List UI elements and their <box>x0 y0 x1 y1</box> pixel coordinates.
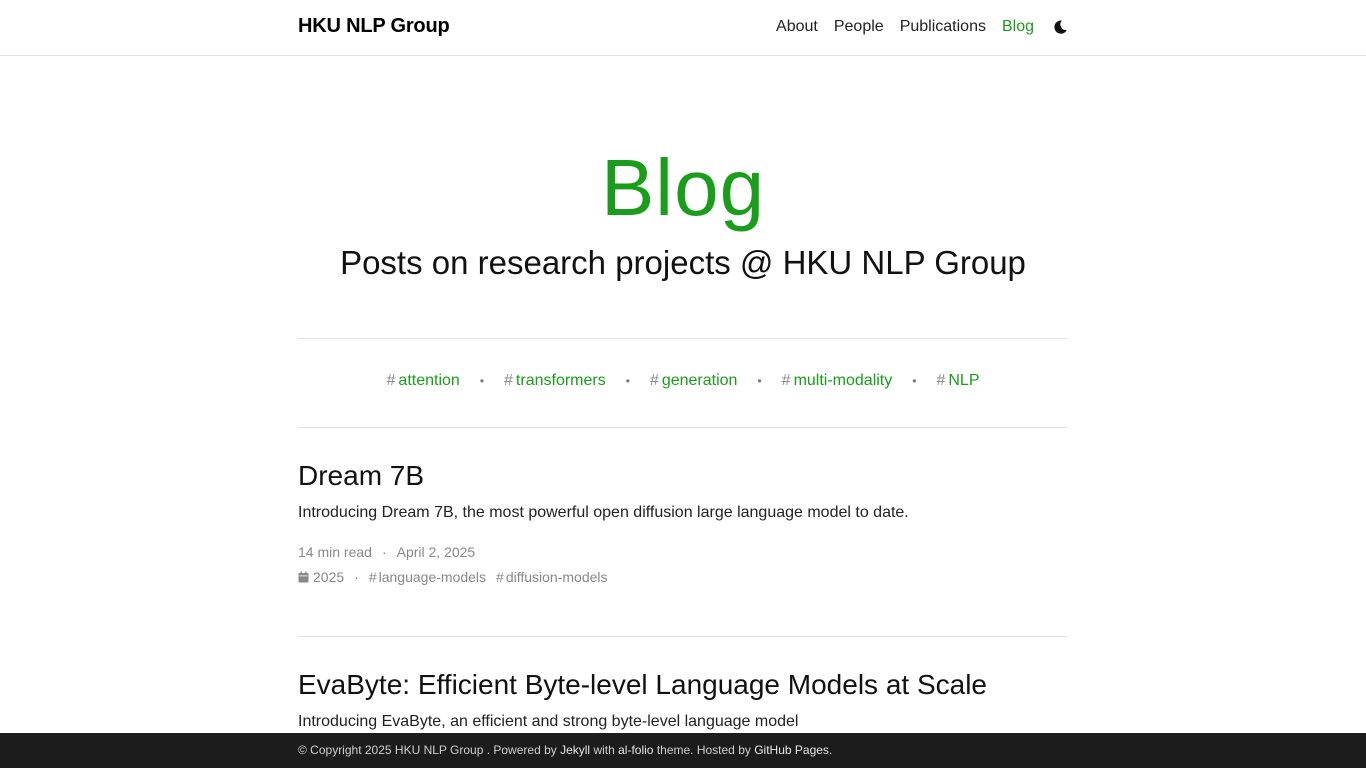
footer-text: © Copyright 2025 HKU NLP Group . Powered… <box>298 743 832 757</box>
hashtag-icon: # <box>649 372 659 389</box>
post-tags: 2025 · # language-models # diffusion-model… <box>298 568 1068 586</box>
divider <box>298 636 1068 637</box>
tag-label: attention <box>398 372 460 389</box>
footer-text-with: with <box>590 743 619 757</box>
brand-link[interactable]: HKU NLP Group <box>298 15 450 38</box>
post-description: Introducing Dream 7B, the most powerful … <box>298 504 909 521</box>
post-item: EvaByte: Efficient Byte-level Language M… <box>298 668 1068 732</box>
jekyll-link[interactable]: Jekyll <box>560 743 590 757</box>
nav-links: About People Publications Blog <box>760 17 1068 37</box>
tag-separator: • <box>625 374 630 388</box>
divider <box>298 427 1068 428</box>
tag-label: NLP <box>948 372 980 389</box>
nav-link-about[interactable]: About <box>776 17 818 37</box>
footer-copyright: © Copyright 2025 HKU NLP Group . Powered… <box>298 743 561 757</box>
hashtag-icon: # <box>496 569 504 585</box>
post-date: April 2, 2025 <box>396 544 476 560</box>
year-link[interactable]: 2025 <box>298 568 344 586</box>
hashtag-icon: # <box>504 372 513 389</box>
hashtag-icon: # <box>368 569 377 585</box>
post-meta: 14 min read · April 2, 2025 <box>298 543 1068 561</box>
tag-separator: • <box>912 374 917 388</box>
nav-link-blog[interactable]: Blog <box>1002 17 1034 37</box>
tag-label: multi-modality <box>793 372 893 389</box>
github-pages-link[interactable]: GitHub Pages <box>754 743 829 757</box>
tag-transformers[interactable]: # transformers <box>504 372 606 390</box>
tag-list: # attention • # transformers • # generation… <box>298 372 1068 390</box>
tag-multi-modality[interactable]: # multi-modality <box>782 372 893 390</box>
meta-separator: · <box>381 544 387 560</box>
al-folio-link[interactable]: al-folio <box>618 743 653 757</box>
nav-link-people[interactable]: People <box>834 17 884 37</box>
tag-label: language-models <box>378 569 487 585</box>
post-item: Dream 7B Introducing Dream 7B, the most … <box>298 459 1068 586</box>
divider <box>298 338 1068 339</box>
post-title-link[interactable]: Dream 7B <box>298 459 424 493</box>
meta-separator: · <box>354 569 359 585</box>
tag-separator: • <box>479 374 485 388</box>
post-tag-language-models[interactable]: # language-models <box>369 568 486 586</box>
page-title: Blog <box>600 143 766 232</box>
nav-link-publications[interactable]: Publications <box>900 17 986 37</box>
post-title-link[interactable]: EvaByte: Efficient Byte-level Language M… <box>298 668 987 702</box>
page-subtitle: Posts on research projects @ HKU NLP Gro… <box>340 244 1026 281</box>
tag-label: transformers <box>515 372 606 389</box>
tag-nlp[interactable]: # NLP <box>936 372 979 390</box>
footer: © Copyright 2025 HKU NLP Group . Powered… <box>0 733 1366 768</box>
footer-text-end: . <box>828 743 833 757</box>
tag-attention[interactable]: # attention <box>387 372 460 390</box>
hashtag-icon: # <box>781 372 791 389</box>
tag-label: generation <box>661 372 738 389</box>
navbar: HKU NLP Group About People Publications … <box>0 0 1366 56</box>
hashtag-icon: # <box>386 372 396 389</box>
tag-label: diffusion-models <box>505 569 608 585</box>
post-description: Introducing EvaByte, an efficient and st… <box>298 713 799 730</box>
hashtag-icon: # <box>936 372 946 389</box>
tag-separator: • <box>757 374 762 388</box>
footer-text-hosted: theme. Hosted by <box>653 743 755 757</box>
year-label: 2025 <box>313 569 345 585</box>
tag-generation[interactable]: # generation <box>650 372 738 390</box>
calendar-icon <box>298 571 309 583</box>
post-tag-diffusion-models[interactable]: # diffusion-models <box>496 568 607 586</box>
theme-toggle-button[interactable] <box>1052 17 1068 37</box>
moon-icon <box>1053 20 1067 34</box>
read-time: 14 min read <box>298 544 372 560</box>
